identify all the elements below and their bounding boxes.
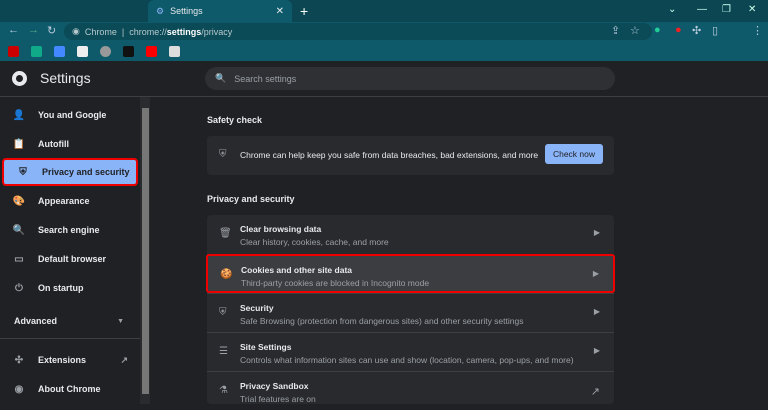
chrome-logo-icon [12,71,27,86]
download-bookmark-icon[interactable] [123,45,134,57]
external-link-icon: ↗ [120,354,128,365]
chrome-icon: ◉ [14,383,24,395]
computer-bookmark-icon[interactable] [169,45,180,57]
trash-icon: 🗑 [219,228,232,239]
browser-icon: ▭ [14,253,24,265]
cookies-row[interactable]: 🍪 Cookies and other site data Third-party … [206,254,615,293]
clipboard-icon: 📋 [12,138,26,150]
bookmark-star-icon[interactable]: ☆ [630,24,640,37]
sidebar-item-about-chrome[interactable]: ◉ About Chrome [0,375,138,403]
chevron-right-icon: ▶ [593,346,600,355]
adblock-extension-icon[interactable]: ● [675,24,682,36]
sidebar-item-autofill[interactable]: 📋 Autofill [0,130,138,158]
sidebar-item-on-startup[interactable]: ⏻ On startup [0,274,138,302]
gmail-bookmark-icon[interactable] [77,45,88,57]
chrome-icon: ◉ [72,26,80,36]
tab-search-icon[interactable]: ⌄ [668,4,676,15]
privacy-sandbox-row[interactable]: ⚗ Privacy Sandbox Trial features are on ↗ [207,371,614,410]
person-icon: 👤 [12,109,26,121]
url-text: chrome://settings/privacy [129,26,233,37]
title-bar [0,0,768,22]
bookmarks-bar [0,41,768,61]
forward-icon[interactable]: → [28,24,39,36]
sliders-icon: ☰ [219,346,228,357]
scrollbar-thumb[interactable] [142,108,149,394]
close-tab-icon[interactable]: ✕ [276,6,284,17]
puzzle-icon: ✣ [14,354,24,366]
sidebar-item-privacy-and-security[interactable]: ⛨ Privacy and security [2,158,138,186]
gear-icon: ⚙ [156,5,165,16]
shield-icon: ⛨ [19,166,27,178]
sidebar-item-extensions[interactable]: ✣ Extensions ↗ [0,346,138,374]
sidebar: 👤 You and Google 📋 Autofill ⛨ Privacy and s… [0,97,140,404]
chevron-right-icon: ▶ [593,307,600,316]
new-tab-button[interactable]: + [300,3,308,19]
search-icon: 🔍 [12,224,26,236]
section-heading: Safety check [207,115,263,125]
close-window-button[interactable]: ✕ [748,4,756,15]
flask-icon: ⚗ [219,385,228,396]
side-panel-icon[interactable]: ▯ [712,24,718,37]
search-icon: 🔍 [215,73,227,83]
external-link-icon: ↗ [590,386,600,398]
sidebar-item-you-and-google[interactable]: 👤 You and Google [0,101,138,129]
security-row[interactable]: ⛨ Security Safe Browsing (protection from … [207,293,614,332]
menu-icon[interactable]: ⋮ [752,24,763,37]
page-title: Settings [40,70,91,86]
address-bar[interactable]: ◉ Chrome | chrome://settings/privacy [64,23,652,40]
section-heading: Privacy and security [207,194,295,204]
grammarly-extension-icon[interactable]: ● [654,24,661,36]
shield-icon: ⛨ [219,307,227,318]
netflix-bookmark-icon[interactable] [8,45,19,57]
search-settings-input[interactable]: 🔍 Search settings [205,67,615,90]
restore-button[interactable]: ❐ [722,4,731,15]
docs-bookmark-icon[interactable] [54,45,65,57]
sheets-bookmark-icon[interactable] [31,45,42,57]
sidebar-advanced[interactable]: Advanced ▼ [0,307,138,335]
share-icon[interactable]: ⇪ [611,24,620,37]
chevron-right-icon: ▶ [593,228,600,237]
palette-icon: 🎨 [12,195,26,207]
back-icon[interactable]: ← [8,24,19,36]
clear-browsing-data-row[interactable]: 🗑 Clear browsing data Clear history, cooki… [207,215,614,254]
shield-icon: ⛨ [219,149,227,160]
reload-icon[interactable]: ↻ [47,24,56,37]
site-settings-row[interactable]: ☰ Site Settings Controls what information … [207,332,614,371]
chevron-down-icon: ▼ [117,317,124,325]
tab-settings[interactable]: ⚙ Settings ✕ [148,0,292,22]
check-now-button[interactable]: Check now [545,144,603,164]
globe-bookmark-icon[interactable] [100,45,111,57]
divider [0,338,140,339]
sidebar-item-search-engine[interactable]: 🔍 Search engine [0,216,138,244]
chevron-right-icon: ▶ [592,269,599,278]
privacy-card: 🗑 Clear browsing data Clear history, cooki… [206,215,615,404]
sidebar-item-default-browser[interactable]: ▭ Default browser [0,245,138,273]
minimize-button[interactable]: — [697,4,707,15]
power-icon: ⏻ [15,282,23,294]
cookie-icon: 🍪 [220,269,233,280]
sidebar-item-appearance[interactable]: 🎨 Appearance [0,187,138,215]
extensions-puzzle-icon[interactable]: ✣ [692,24,701,37]
youtube-bookmark-icon[interactable] [146,45,157,57]
